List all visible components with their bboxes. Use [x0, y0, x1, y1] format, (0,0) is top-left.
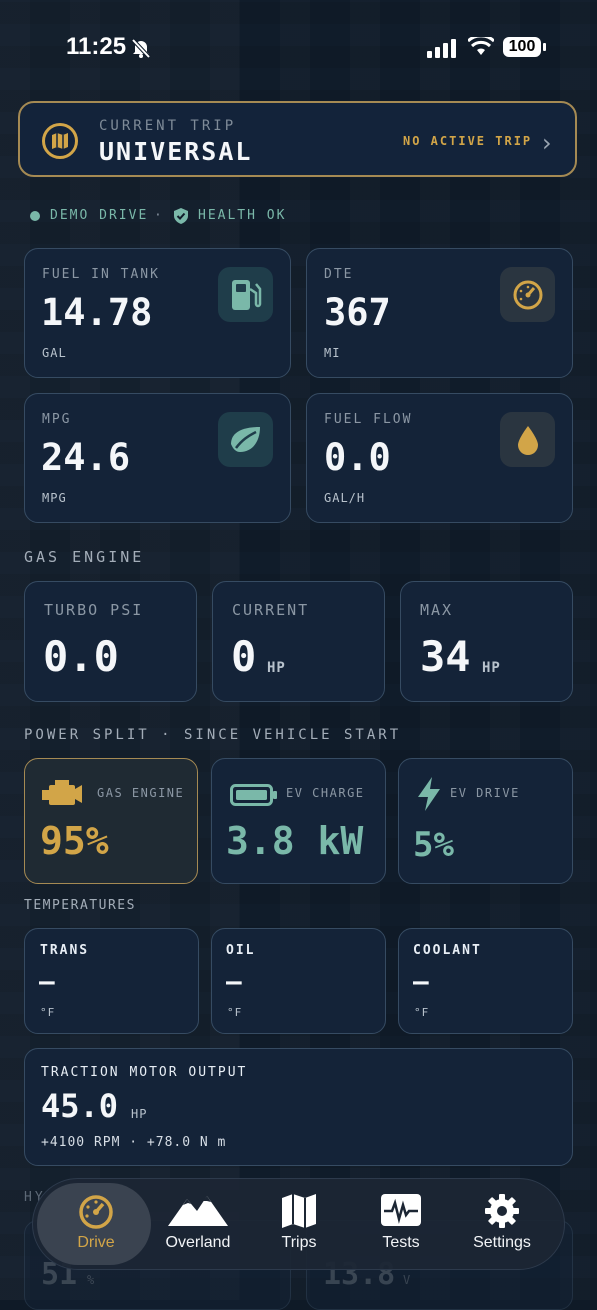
card-label: EV DRIVE — [450, 786, 520, 800]
droplet-icon — [500, 412, 555, 467]
card-label: TURBO PSI — [44, 601, 144, 619]
gauge-icon — [41, 1193, 151, 1231]
card-value: 3.8 kW — [226, 819, 364, 863]
traction-motor-card: TRACTION MOTOR OUTPUT 45.0 HP +4100 RPM … — [24, 1048, 573, 1166]
card-value: 0.0 — [324, 436, 391, 479]
battery-indicator: 100 — [503, 37, 541, 57]
card-label: MPG — [42, 412, 72, 427]
tab-trips[interactable]: Trips — [244, 1179, 354, 1269]
card-unit: % — [87, 1273, 96, 1287]
ev-drive-card: EV DRIVE 5% — [398, 758, 573, 884]
card-label: FUEL FLOW — [324, 412, 413, 427]
card-unit: HP — [267, 660, 286, 676]
tab-settings[interactable]: Settings — [447, 1179, 557, 1269]
trans-temp-card: TRANS — °F — [24, 928, 199, 1034]
mpg-card: MPG 24.6 MPG — [24, 393, 291, 523]
card-value: 95% — [40, 819, 109, 863]
health-label: HEALTH OK — [198, 208, 287, 223]
leaf-icon — [218, 412, 273, 467]
battery-icon — [230, 784, 278, 810]
silent-bell-icon — [130, 37, 152, 63]
card-unit: °F — [40, 1006, 56, 1019]
fuel-in-tank-card: FUEL IN TANK 14.78 GAL — [24, 248, 291, 378]
chevron-right-icon: › — [542, 129, 552, 157]
lightning-bolt-icon — [416, 776, 442, 816]
card-unit: HP — [131, 1107, 148, 1121]
card-unit: °F — [414, 1006, 430, 1019]
fuel-flow-card: FUEL FLOW 0.0 GAL/H — [306, 393, 573, 523]
tab-label: Drive — [77, 1234, 115, 1251]
card-unit: MPG — [42, 491, 67, 505]
card-label: CURRENT — [232, 601, 310, 619]
tab-label: Tests — [382, 1234, 420, 1251]
tab-tests[interactable]: Tests — [346, 1179, 456, 1269]
demo-status-dot — [30, 211, 40, 221]
card-label: DTE — [324, 267, 354, 282]
gear-icon — [447, 1193, 557, 1229]
fuel-pump-icon — [218, 267, 273, 322]
map-icon — [244, 1193, 354, 1229]
card-value: 45.0 — [41, 1087, 119, 1125]
card-value: 24.6 — [41, 436, 131, 479]
mountains-icon — [143, 1193, 253, 1227]
card-unit: °F — [227, 1006, 243, 1019]
current-hp-card: CURRENT 0 HP — [212, 581, 385, 702]
shield-check-icon — [174, 208, 188, 228]
turbo-psi-card: TURBO PSI 0.0 — [24, 581, 197, 702]
bottom-tab-bar: Drive Overland Trips Tests Settings — [32, 1178, 565, 1270]
card-value: — — [39, 967, 55, 997]
card-label: EV CHARGE — [286, 786, 365, 800]
max-hp-card: MAX 34 HP — [400, 581, 573, 702]
status-time: 11:25 — [66, 33, 127, 60]
trip-title: UNIVERSAL — [99, 137, 253, 166]
card-label: MAX — [420, 601, 454, 619]
gas-engine-share-card: GAS ENGINE 95% — [24, 758, 198, 884]
speedometer-icon — [500, 267, 555, 322]
coolant-temp-card: COOLANT — °F — [398, 928, 573, 1034]
card-label: OIL — [226, 943, 256, 958]
temperatures-section-title: TEMPERATURES — [24, 898, 136, 913]
tab-label: Trips — [281, 1234, 317, 1251]
tab-label: Overland — [165, 1234, 231, 1251]
card-unit: V — [403, 1273, 412, 1287]
engine-icon — [41, 779, 87, 813]
cellular-signal-icon — [427, 38, 459, 62]
tab-label: Settings — [473, 1234, 531, 1251]
card-value: — — [413, 967, 429, 997]
tab-overland[interactable]: Overland — [143, 1179, 253, 1269]
demo-drive-label: DEMO DRIVE — [50, 208, 149, 223]
card-unit: MI — [324, 346, 341, 360]
card-label: TRANS — [40, 943, 90, 958]
ev-charge-card: EV CHARGE 3.8 kW — [211, 758, 386, 884]
oil-temp-card: OIL — °F — [211, 928, 386, 1034]
map-icon — [42, 123, 78, 159]
waveform-icon — [346, 1193, 456, 1227]
wifi-icon — [466, 34, 496, 61]
card-label: TRACTION MOTOR OUTPUT — [41, 1065, 248, 1080]
power-split-section-title: POWER SPLIT · SINCE VEHICLE START — [24, 727, 402, 743]
card-value: 5% — [413, 825, 454, 865]
dte-card: DTE 367 MI — [306, 248, 573, 378]
card-unit: GAL/H — [324, 491, 366, 505]
current-trip-card[interactable]: CURRENT TRIP UNIVERSAL NO ACTIVE TRIP › — [18, 101, 577, 177]
separator: · — [154, 208, 162, 223]
trip-status: NO ACTIVE TRIP — [403, 134, 533, 148]
card-value: 14.78 — [41, 291, 153, 334]
trip-kicker: CURRENT TRIP — [99, 118, 237, 134]
card-value: 0 — [231, 632, 257, 681]
card-label: FUEL IN TANK — [42, 267, 160, 282]
card-label: GAS ENGINE — [97, 786, 185, 800]
card-value: 0.0 — [43, 632, 119, 681]
tab-drive[interactable]: Drive — [41, 1179, 151, 1269]
card-value: — — [226, 967, 242, 997]
battery-nub — [543, 43, 546, 51]
card-value: 34 — [420, 632, 471, 681]
card-unit: HP — [482, 660, 501, 676]
card-unit: GAL — [42, 346, 67, 360]
gas-engine-section-title: GAS ENGINE — [24, 548, 145, 566]
card-value: 367 — [324, 291, 391, 334]
traction-detail: +4100 RPM · +78.0 N m — [41, 1135, 227, 1150]
card-label: COOLANT — [413, 943, 482, 958]
